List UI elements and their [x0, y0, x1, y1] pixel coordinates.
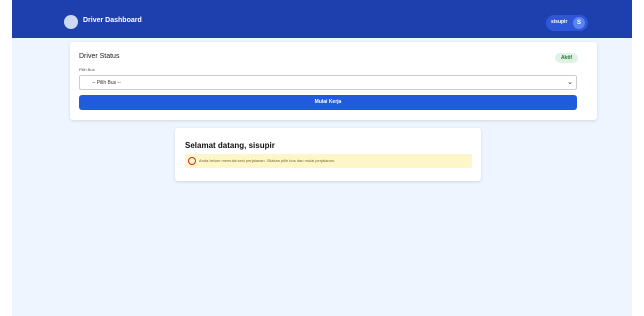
page-background: Driver Dashboard sisupir S Driver Status… — [12, 0, 632, 316]
bus-select-label: Pilih Bus — [79, 67, 95, 72]
top-navbar: Driver Dashboard sisupir S — [12, 0, 632, 38]
user-menu-button[interactable]: sisupir S — [546, 15, 588, 31]
bus-select-value: -- Pilih Bus -- — [92, 80, 121, 86]
start-work-button[interactable]: Mulai Kerja — [79, 95, 577, 110]
app-title: Driver Dashboard — [83, 17, 142, 24]
welcome-title: Selamat datang, sisupir — [185, 141, 275, 150]
welcome-card: Selamat datang, sisupir Anda belum memul… — [175, 128, 481, 181]
chevron-down-icon: ⌄ — [567, 79, 573, 86]
bus-select[interactable]: -- Pilih Bus -- ⌄ — [79, 75, 577, 90]
driver-status-card: Driver Status Aktif Pilih Bus -- Pilih B… — [70, 42, 597, 120]
driver-logo-icon — [64, 15, 78, 29]
session-notice: Anda belum memulai sesi perjalanan. Sila… — [185, 154, 472, 168]
notice-text: Anda belum memulai sesi perjalanan. Sila… — [199, 158, 336, 163]
user-name: sisupir — [551, 19, 568, 25]
driver-status-title: Driver Status — [79, 53, 120, 60]
avatar: S — [573, 17, 585, 29]
alert-circle-icon — [188, 157, 196, 165]
status-badge: Aktif — [555, 53, 578, 63]
